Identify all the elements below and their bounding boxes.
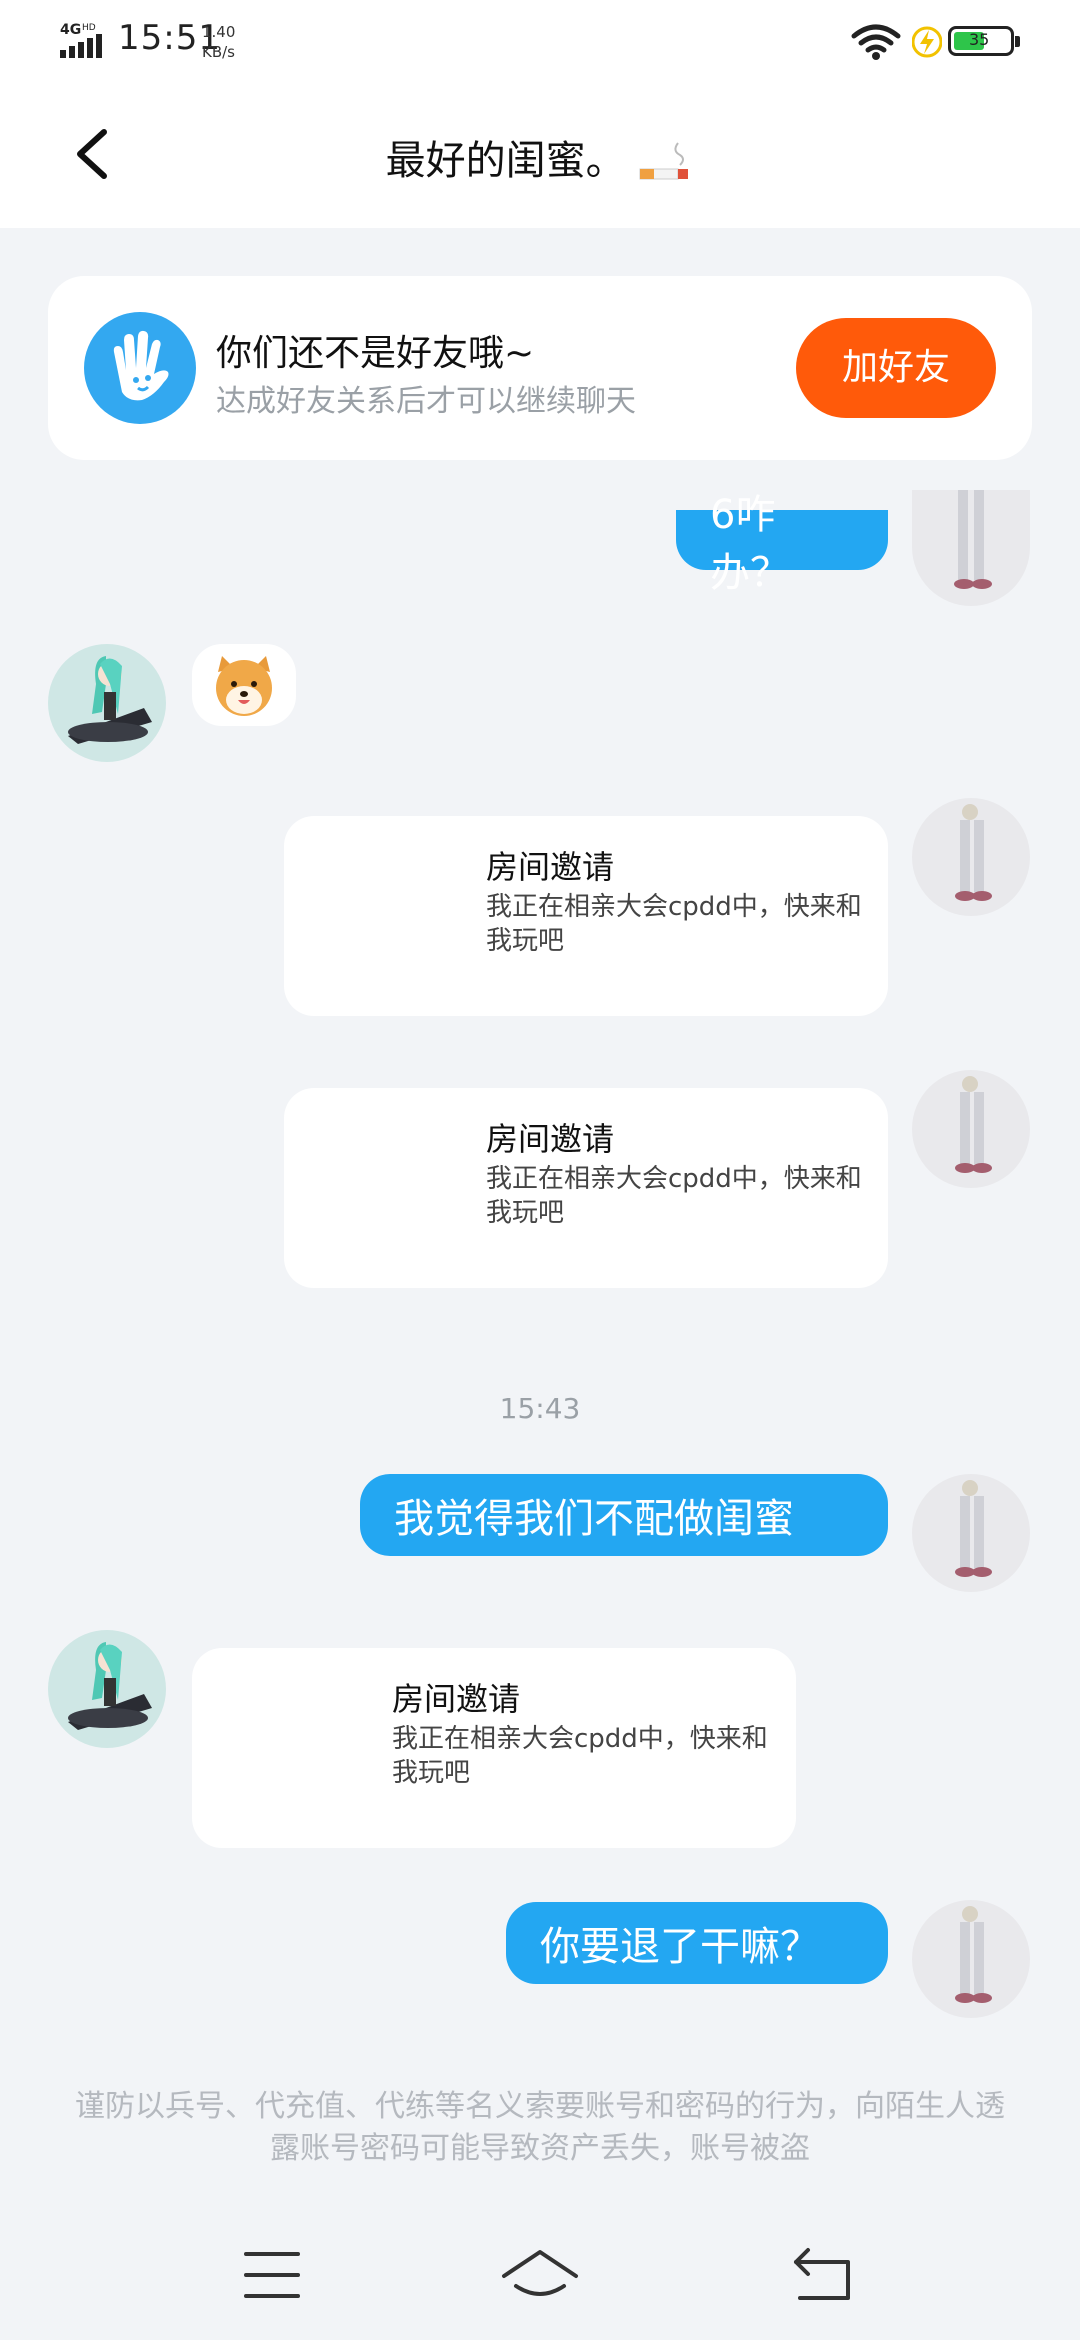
network-speed: 1.40 KB/s [202, 23, 236, 61]
timestamp: 15:43 [499, 1392, 581, 1425]
message-bubble[interactable]: 6咋办？ [676, 492, 888, 596]
chat-header: 最好的闺蜜。 [0, 80, 1080, 228]
charging-icon [912, 26, 942, 58]
avatar[interactable] [912, 1474, 1030, 1592]
page-title: 最好的闺蜜。 [0, 128, 1080, 186]
friend-card-title: 你们还不是好友哦~ [216, 333, 535, 374]
home-icon[interactable] [490, 2240, 590, 2310]
friend-card-subtitle: 达成好友关系后才可以继续聊天 [216, 384, 636, 419]
avatar[interactable] [912, 490, 1030, 606]
signal-icon: 4G HD [60, 22, 102, 58]
avatar[interactable] [912, 798, 1030, 916]
cigarette-icon [639, 142, 689, 180]
emoji-message[interactable] [192, 644, 296, 726]
room-invite-card[interactable]: 房间邀请 我正在相亲大会cpdd中，快来和我玩吧 [284, 1088, 888, 1288]
message-bubble[interactable]: 我觉得我们不配做闺蜜 [360, 1474, 888, 1556]
wave-hand-icon [84, 312, 196, 424]
system-nav-bar [0, 2200, 1080, 2340]
battery-icon: 35 [948, 26, 1020, 56]
room-invite-card[interactable]: 房间邀请 我正在相亲大会cpdd中，快来和我玩吧 [192, 1648, 796, 1848]
svg-text:4G: 4G [60, 22, 81, 38]
safety-notice: 谨防以兵号、代充值、代练等名义索要账号和密码的行为，向陌生人透露账号密码可能导致… [75, 2089, 1005, 2166]
wifi-icon [851, 24, 901, 60]
menu-icon[interactable] [222, 2240, 322, 2310]
avatar[interactable] [912, 1070, 1030, 1188]
avatar[interactable] [48, 1630, 166, 1748]
back-icon[interactable] [772, 2240, 872, 2310]
add-friend-button[interactable]: 加好友 [796, 318, 996, 418]
room-invite-card[interactable]: 房间邀请 我正在相亲大会cpdd中，快来和我玩吧 [284, 816, 888, 1016]
svg-text:HD: HD [82, 23, 96, 33]
avatar[interactable] [48, 644, 166, 762]
status-bar: 4G HD 15:51 1.40 KB/s 35 [0, 0, 1080, 80]
message-bubble[interactable]: 你要退了干嘛？ [506, 1902, 888, 1984]
avatar[interactable] [912, 1900, 1030, 2018]
friend-request-card: 你们还不是好友哦~ 达成好友关系后才可以继续聊天 加好友 [48, 276, 1032, 460]
shiba-dog-icon [216, 656, 272, 716]
